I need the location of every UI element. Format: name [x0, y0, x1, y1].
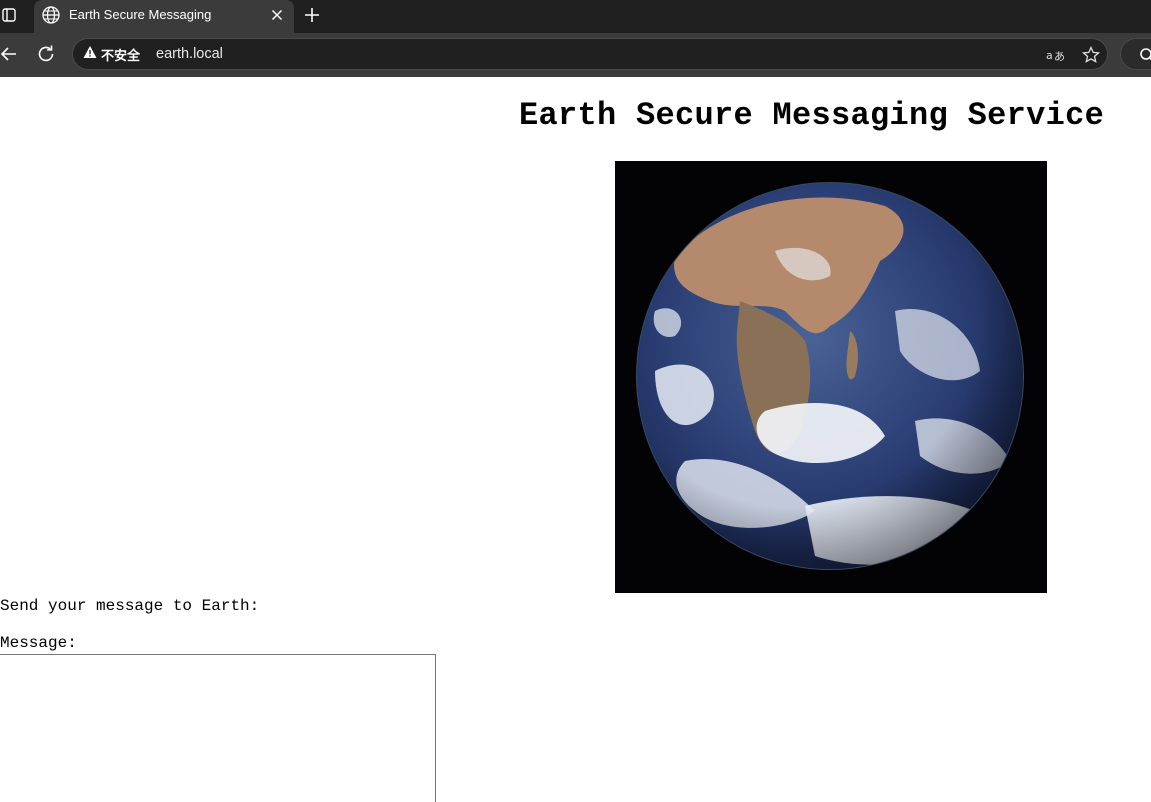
arrow-left-icon[interactable] [0, 43, 20, 65]
page-content: Earth Secure Messaging Service Send your… [0, 77, 1151, 802]
star-icon[interactable] [1080, 45, 1102, 65]
close-icon[interactable] [268, 6, 286, 24]
plus-icon[interactable] [301, 4, 323, 26]
earth-image [615, 161, 1047, 593]
search-icon[interactable] [1120, 38, 1151, 70]
prompt-text: Send your message to Earth: [0, 597, 260, 615]
svg-text:a: a [1046, 49, 1053, 62]
reload-icon[interactable] [35, 43, 57, 65]
translate-icon[interactable]: a あ [1045, 45, 1067, 65]
url-text[interactable]: earth.local [156, 46, 223, 62]
address-bar[interactable]: 不安全 earth.local a あ [72, 38, 1108, 70]
tab-panel-icon[interactable] [0, 5, 18, 25]
site-security-indicator[interactable]: 不安全 [83, 45, 140, 64]
message-input[interactable] [0, 654, 436, 802]
globe-icon [41, 5, 61, 25]
svg-text:あ: あ [1054, 50, 1065, 63]
message-label: Message: [0, 634, 77, 652]
tab-title: Earth Secure Messaging [69, 7, 212, 22]
browser-toolbar: 不安全 earth.local a あ [0, 33, 1151, 77]
security-label: 不安全 [101, 48, 141, 63]
browser-tab[interactable]: Earth Secure Messaging [34, 0, 294, 33]
warning-triangle-icon [83, 45, 97, 64]
tab-strip: Earth Secure Messaging [0, 0, 1151, 33]
page-title: Earth Secure Messaging Service [519, 97, 1105, 134]
